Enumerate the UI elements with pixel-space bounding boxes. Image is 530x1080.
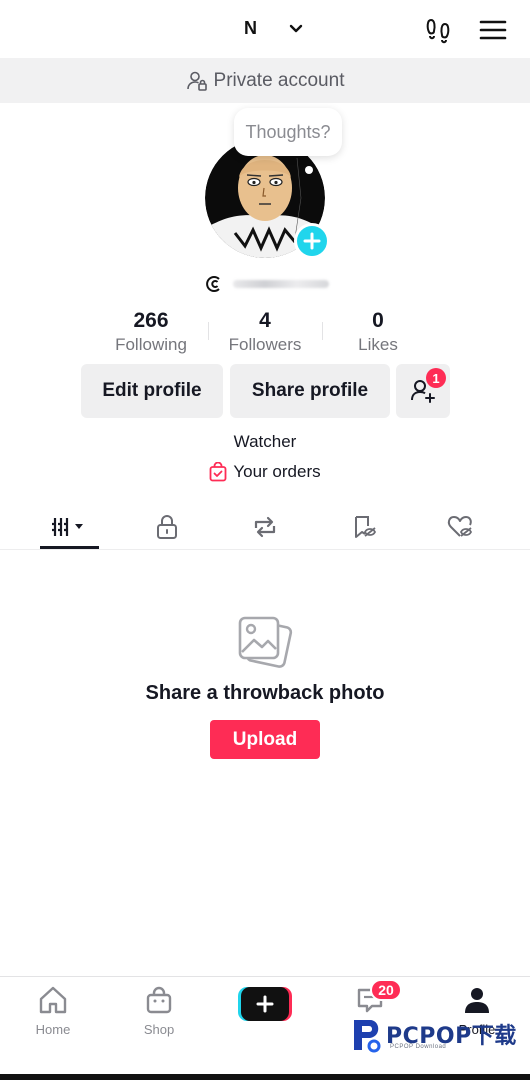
thoughts-bubble[interactable]: Thoughts? (234, 108, 342, 156)
profile-stats: 266 Following 4 Followers 0 Likes (100, 308, 430, 358)
username-switcher[interactable]: N (244, 18, 257, 39)
stat-followers[interactable]: 4 Followers (210, 308, 320, 356)
nav-shop[interactable]: Shop (119, 985, 199, 1037)
edit-profile-button[interactable]: Edit profile (81, 364, 223, 418)
likes-label: Likes (358, 335, 398, 354)
photo-stack-icon (238, 616, 293, 668)
watermark-subtext: PCPOP Download (390, 1044, 447, 1050)
tab-private[interactable] (150, 512, 184, 542)
inbox-badge: 20 (370, 979, 402, 1001)
handle-row (205, 272, 335, 296)
your-orders-label: Your orders (233, 462, 321, 481)
followers-label: Followers (228, 335, 302, 354)
shopping-bag-icon (209, 462, 227, 482)
private-user-icon (186, 71, 207, 91)
menu-icon[interactable] (479, 19, 507, 41)
upload-button[interactable]: Upload (210, 720, 320, 759)
private-account-banner: Private account (0, 58, 530, 103)
favorites-icon (355, 516, 377, 538)
tab-videos[interactable] (40, 512, 99, 542)
nav-shop-label: Shop (143, 1022, 175, 1037)
share-profile-button[interactable]: Share profile (230, 364, 390, 418)
tab-reposts[interactable] (248, 512, 282, 542)
stat-following[interactable]: 266 Following (96, 308, 206, 356)
likes-count: 0 (372, 309, 384, 332)
following-count: 266 (133, 309, 169, 332)
stat-divider (208, 322, 209, 340)
nav-home-label: Home (35, 1022, 71, 1037)
active-tab-indicator (40, 546, 99, 549)
handle-redacted (233, 280, 329, 288)
liked-icon (447, 516, 473, 537)
repost-icon (254, 516, 276, 538)
home-indicator (0, 1074, 530, 1080)
stat-likes[interactable]: 0 Likes (323, 308, 433, 356)
following-label: Following (115, 335, 187, 354)
empty-state-title: Share a throwback photo (145, 682, 385, 704)
top-bar: N (0, 0, 530, 60)
handle-at-icon (206, 276, 220, 292)
add-avatar-button[interactable] (294, 223, 330, 259)
content-tabs (0, 504, 530, 550)
avatar-container[interactable] (205, 138, 330, 259)
followers-count: 4 (259, 309, 271, 332)
lock-icon (157, 515, 177, 539)
profile-bio: Watcher (233, 432, 297, 451)
private-account-label: Private account (213, 69, 345, 91)
chevron-down-icon[interactable] (287, 20, 305, 38)
watermark: PCPOP下载 PCPOP Download (350, 1016, 520, 1056)
watermark-logo-icon (354, 1020, 381, 1053)
tab-favorites[interactable] (348, 512, 382, 542)
home-icon (39, 986, 67, 1014)
nav-home[interactable]: Home (13, 985, 93, 1037)
footsteps-icon[interactable] (424, 16, 454, 46)
tab-liked[interactable] (444, 512, 478, 542)
create-button[interactable] (238, 987, 292, 1021)
your-orders-link[interactable]: Your orders (0, 462, 530, 482)
videos-grid-icon (51, 518, 83, 536)
profile-icon (465, 988, 489, 1013)
shop-bag-icon (146, 986, 172, 1014)
plus-icon (303, 232, 321, 250)
friend-request-badge: 1 (426, 368, 446, 388)
